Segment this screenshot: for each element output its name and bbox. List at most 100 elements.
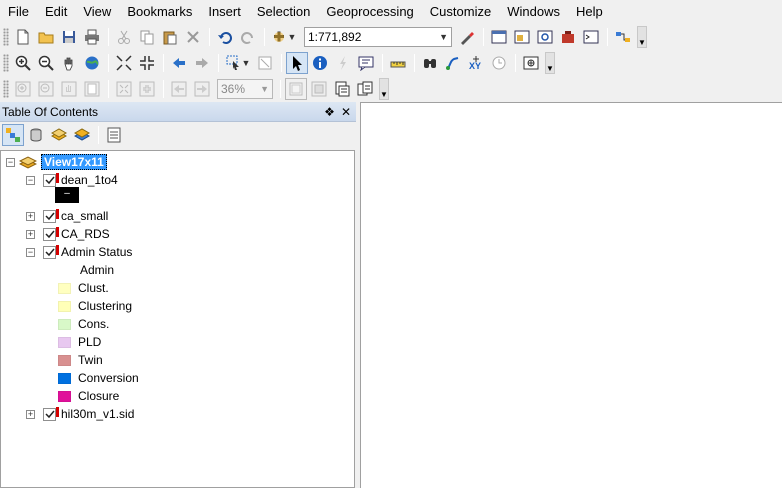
toolbar-grip[interactable] bbox=[3, 54, 9, 72]
layout-go-back-icon[interactable] bbox=[168, 78, 190, 100]
legend-swatch[interactable] bbox=[58, 372, 71, 384]
menu-file[interactable]: File bbox=[0, 0, 37, 24]
legend-swatch[interactable] bbox=[58, 318, 71, 330]
collapse-icon[interactable]: − bbox=[6, 158, 15, 167]
open-folder-icon[interactable] bbox=[35, 26, 57, 48]
collapse-icon[interactable]: − bbox=[26, 176, 35, 185]
go-back-icon[interactable] bbox=[168, 52, 190, 74]
layer-visibility-checkbox[interactable] bbox=[43, 226, 59, 241]
layer-visibility-checkbox[interactable] bbox=[43, 406, 59, 421]
layout-fixed-zoom-in-icon[interactable] bbox=[113, 78, 135, 100]
layer-row-hil30m[interactable]: hil30m_v1.sid bbox=[43, 405, 134, 423]
pin-icon[interactable]: ❖ bbox=[324, 105, 335, 119]
legend-class-row[interactable]: Twin bbox=[58, 351, 103, 369]
collapse-icon[interactable]: − bbox=[26, 248, 35, 257]
chevron-down-icon[interactable]: ▼ bbox=[260, 84, 269, 94]
measure-icon[interactable] bbox=[387, 52, 409, 74]
model-builder-icon[interactable] bbox=[612, 26, 634, 48]
legend-swatch[interactable] bbox=[58, 390, 71, 402]
data-frame-label[interactable]: View17x11 bbox=[41, 154, 107, 170]
zoom-whole-page-icon[interactable] bbox=[81, 78, 103, 100]
fixed-zoom-in-icon[interactable] bbox=[113, 52, 135, 74]
toolbar-overflow-icon[interactable]: ▼ bbox=[379, 78, 389, 100]
map-scale-combo[interactable]: 1:771,892 ▼ bbox=[304, 27, 452, 47]
full-extent-icon[interactable] bbox=[81, 52, 103, 74]
legend-swatch[interactable] bbox=[58, 354, 71, 366]
expand-icon[interactable]: + bbox=[26, 212, 35, 221]
list-by-source-icon[interactable] bbox=[25, 124, 47, 146]
html-popup-icon[interactable] bbox=[355, 52, 377, 74]
new-document-icon[interactable] bbox=[12, 26, 34, 48]
close-icon[interactable]: ✕ bbox=[341, 105, 351, 119]
editor-toolbar-icon[interactable] bbox=[456, 26, 478, 48]
list-by-drawing-order-icon[interactable] bbox=[2, 124, 24, 146]
pan-icon[interactable] bbox=[58, 52, 80, 74]
toggle-draft-mode-icon[interactable] bbox=[285, 78, 307, 100]
list-by-visibility-icon[interactable] bbox=[48, 124, 70, 146]
layout-fixed-zoom-out-icon[interactable] bbox=[136, 78, 158, 100]
legend-class-row[interactable]: Clust. bbox=[58, 279, 109, 297]
expand-icon[interactable]: + bbox=[26, 410, 35, 419]
layer-row-admin-status[interactable]: Admin Status bbox=[43, 243, 132, 261]
layer-symbol[interactable]: – bbox=[55, 187, 79, 203]
redo-icon[interactable] bbox=[237, 26, 259, 48]
layout-zoom-out-icon[interactable] bbox=[35, 78, 57, 100]
create-viewer-window-icon[interactable] bbox=[520, 52, 542, 74]
menu-customize[interactable]: Customize bbox=[422, 0, 499, 24]
menu-windows[interactable]: Windows bbox=[499, 0, 568, 24]
time-slider-icon[interactable] bbox=[488, 52, 510, 74]
menu-help[interactable]: Help bbox=[568, 0, 611, 24]
layout-zoom-combo[interactable]: 36% ▼ bbox=[217, 79, 273, 99]
menu-geoprocessing[interactable]: Geoprocessing bbox=[318, 0, 421, 24]
delete-icon[interactable] bbox=[182, 26, 204, 48]
zoom-out-icon[interactable] bbox=[35, 52, 57, 74]
menu-view[interactable]: View bbox=[75, 0, 119, 24]
chevron-down-icon[interactable]: ▼ bbox=[439, 32, 448, 42]
python-window-icon[interactable] bbox=[580, 26, 602, 48]
print-icon[interactable] bbox=[81, 26, 103, 48]
layer-row-ca-small[interactable]: ca_small bbox=[43, 207, 108, 225]
data-frame-row[interactable]: View17x11 bbox=[19, 153, 107, 171]
layout-pan-icon[interactable] bbox=[58, 78, 80, 100]
select-elements-icon[interactable] bbox=[286, 52, 308, 74]
add-data-icon[interactable]: ▼ bbox=[269, 26, 299, 48]
arctoolbox-icon[interactable] bbox=[557, 26, 579, 48]
menu-insert[interactable]: Insert bbox=[200, 0, 249, 24]
layout-zoom-in-icon[interactable] bbox=[12, 78, 34, 100]
legend-class-row[interactable]: Clustering bbox=[58, 297, 132, 315]
go-forward-icon[interactable] bbox=[191, 52, 213, 74]
go-to-xy-icon[interactable]: XY bbox=[465, 52, 487, 74]
layer-visibility-checkbox[interactable] bbox=[43, 244, 59, 259]
layer-visibility-checkbox[interactable] bbox=[43, 172, 59, 187]
layout-go-forward-icon[interactable] bbox=[191, 78, 213, 100]
list-by-selection-icon[interactable] bbox=[71, 124, 93, 146]
menu-edit[interactable]: Edit bbox=[37, 0, 75, 24]
toolbar-grip[interactable] bbox=[3, 80, 9, 98]
toolbar-overflow-icon[interactable]: ▼ bbox=[637, 26, 647, 48]
legend-class-row[interactable]: Conversion bbox=[58, 369, 139, 387]
search-window-icon[interactable] bbox=[534, 26, 556, 48]
save-icon[interactable] bbox=[58, 26, 80, 48]
find-icon[interactable] bbox=[419, 52, 441, 74]
legend-class-row[interactable]: Closure bbox=[58, 387, 119, 405]
clear-selection-icon[interactable] bbox=[254, 52, 276, 74]
toolbar-grip[interactable] bbox=[3, 28, 9, 46]
cut-icon[interactable] bbox=[113, 26, 135, 48]
toolbar-overflow-icon[interactable]: ▼ bbox=[545, 52, 555, 74]
find-route-icon[interactable] bbox=[442, 52, 464, 74]
menu-selection[interactable]: Selection bbox=[249, 0, 318, 24]
data-driven-pages-icon[interactable] bbox=[354, 78, 376, 100]
select-features-icon[interactable]: ▼ bbox=[223, 52, 253, 74]
copy-icon[interactable] bbox=[136, 26, 158, 48]
identify-icon[interactable] bbox=[309, 52, 331, 74]
undo-icon[interactable] bbox=[214, 26, 236, 48]
legend-swatch[interactable] bbox=[58, 336, 71, 348]
fixed-zoom-out-icon[interactable] bbox=[136, 52, 158, 74]
expand-icon[interactable]: + bbox=[26, 230, 35, 239]
menu-bookmarks[interactable]: Bookmarks bbox=[119, 0, 200, 24]
legend-swatch[interactable] bbox=[58, 282, 71, 294]
table-of-contents-icon[interactable] bbox=[488, 26, 510, 48]
layer-row-ca-rds[interactable]: CA_RDS bbox=[43, 225, 110, 243]
change-layout-icon[interactable] bbox=[331, 78, 353, 100]
paste-icon[interactable] bbox=[159, 26, 181, 48]
